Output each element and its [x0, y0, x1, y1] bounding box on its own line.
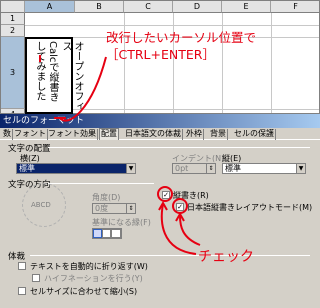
- tab-alignment[interactable]: 配置: [99, 128, 119, 140]
- section-divider: [30, 255, 310, 256]
- reference-edge-label: 基準になる縁(F): [92, 218, 151, 227]
- shrink-to-fit-checkbox[interactable]: [18, 287, 26, 295]
- row-header-3[interactable]: 3: [1, 37, 25, 109]
- angle-label: 角度(D): [92, 193, 121, 202]
- vertical-select[interactable]: 標準 ▼: [222, 163, 306, 174]
- tab-background[interactable]: 背景: [209, 129, 228, 140]
- horizontal-select[interactable]: 標準 ▼: [16, 163, 136, 174]
- cell-text-line-2: Calcで縦書き: [47, 41, 58, 103]
- column-header-a[interactable]: A: [25, 1, 75, 13]
- column-header-c[interactable]: C: [124, 1, 173, 13]
- cell-a3[interactable]: オープンオフィス Calcで縦書き してみました: [25, 37, 83, 114]
- wrap-text-label: テキストを自動的に折り返す(W): [30, 262, 148, 271]
- column-header-b[interactable]: B: [75, 1, 124, 13]
- dialog-tab-bar: 数 フォント フォント効果 配置 日本語文の体裁 外枠 背景 セルの保護: [0, 128, 320, 140]
- wrap-text-checkbox[interactable]: [18, 262, 26, 270]
- angle-spinner[interactable]: 0度 ⇕: [92, 203, 136, 214]
- highlight-circle: [157, 186, 173, 202]
- hyphenation-checkbox[interactable]: [32, 274, 40, 282]
- cell-text-line-3: してみました: [34, 41, 45, 101]
- reference-edge-inside-icon[interactable]: [111, 229, 121, 238]
- dial-text: ABCD: [31, 201, 51, 209]
- column-header-f[interactable]: F: [271, 1, 319, 13]
- chevron-down-icon[interactable]: ▼: [126, 164, 135, 173]
- spin-icon[interactable]: ⇕: [206, 164, 215, 173]
- dialog-title: セルのフォーマット: [0, 114, 320, 128]
- hyphenation-label: ハイフネーションを行う(Y): [44, 274, 143, 283]
- column-header-d[interactable]: D: [173, 1, 222, 13]
- shrink-to-fit-label: セルサイズに合わせて縮小(S): [30, 287, 138, 296]
- grid-line: [124, 13, 125, 113]
- spin-icon[interactable]: ⇕: [126, 204, 135, 213]
- tab-font[interactable]: フォント: [13, 129, 48, 140]
- column-header-e[interactable]: E: [222, 1, 271, 13]
- angle-value: 0度: [95, 204, 109, 213]
- grid-line: [271, 13, 272, 113]
- grid-line: [222, 13, 223, 113]
- highlight-circle: [172, 198, 188, 214]
- row-header-2[interactable]: 2: [1, 25, 25, 37]
- tab-borders[interactable]: 外枠: [185, 129, 204, 140]
- vertical-select-value: 標準: [225, 164, 241, 173]
- annotation-shortcut-text: ［CTRL+ENTER］: [106, 47, 215, 62]
- section-divider: [48, 183, 154, 184]
- chevron-down-icon[interactable]: ▼: [296, 164, 305, 173]
- reference-edge-bottom-icon[interactable]: [93, 229, 102, 238]
- tab-numbers[interactable]: 数: [2, 129, 13, 140]
- row-header-1[interactable]: 1: [1, 13, 25, 25]
- grid-line: [25, 25, 319, 26]
- corner-select-all[interactable]: [1, 1, 25, 13]
- reference-edge-top-icon[interactable]: [102, 229, 111, 238]
- annotation-check-text: チェック: [198, 249, 254, 265]
- tab-asian-typography[interactable]: 日本語文の体裁: [124, 129, 183, 140]
- indent-value: 0pt: [175, 164, 189, 173]
- horizontal-select-value: 標準: [19, 164, 35, 173]
- section-divider: [48, 147, 310, 148]
- grid-line: [173, 13, 174, 113]
- indent-spinner[interactable]: 0pt ⇕: [172, 163, 216, 174]
- tab-cell-protection[interactable]: セルの保護: [233, 129, 276, 140]
- cell-text-line-1: オープンオフィス: [60, 41, 83, 111]
- section-properties: 体裁: [8, 252, 26, 262]
- tab-font-effects[interactable]: フォント効果: [47, 129, 98, 140]
- asian-layout-label: 日本語縦書きレイアウトモード(M): [187, 203, 313, 212]
- annotation-cursor-text: 改行したいカーソル位置で: [106, 30, 257, 45]
